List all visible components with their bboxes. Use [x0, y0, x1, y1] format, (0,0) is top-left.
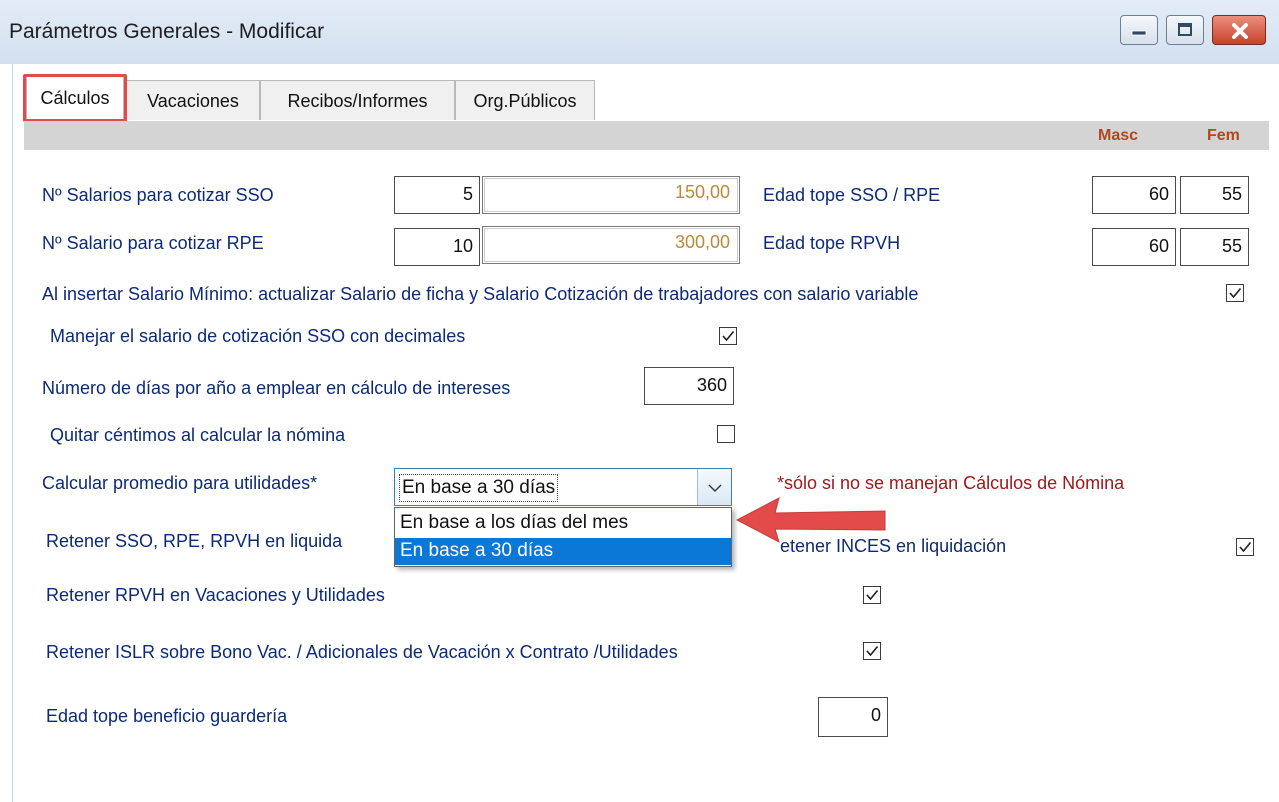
- salarios-sso-label: Nº Salarios para cotizar SSO: [42, 185, 274, 205]
- salarios-sso-amount-field: 150,00: [482, 176, 740, 214]
- salarios-sso-count-input[interactable]: 5: [394, 176, 480, 214]
- quitar-centimos-checkbox[interactable]: [717, 425, 735, 443]
- edad-tope-sso-rpe-label: Edad tope SSO / RPE: [763, 185, 941, 205]
- tab-label: Vacaciones: [147, 91, 239, 111]
- retener-islr-checkbox[interactable]: [863, 642, 881, 660]
- maximize-button[interactable]: [1166, 15, 1204, 45]
- annotation-arrow-icon: [735, 497, 886, 543]
- tab-org-publicos[interactable]: Org.Públicos: [455, 80, 595, 120]
- tab-recibos-informes[interactable]: Recibos/Informes: [260, 80, 455, 120]
- edad-guarderia-input[interactable]: 0: [818, 697, 888, 737]
- checkmark-icon: [866, 645, 879, 657]
- salario-rpe-label: Nº Salario para cotizar RPE: [42, 233, 264, 253]
- option-dias-del-mes[interactable]: En base a los días del mes: [395, 510, 731, 537]
- checkmark-icon: [866, 589, 879, 601]
- header-fem: Fem: [1207, 127, 1240, 144]
- chevron-down-icon: [708, 484, 722, 492]
- utilidades-note: *sólo si no se manejan Cálculos de Nómin…: [777, 473, 1125, 493]
- column-header-strip: [24, 121, 1269, 150]
- salario-minimo-checkbox[interactable]: [1226, 284, 1244, 302]
- close-button[interactable]: [1212, 15, 1266, 45]
- salario-decimales-label: Manejar el salario de cotización SSO con…: [50, 326, 466, 346]
- minimize-button[interactable]: [1120, 15, 1158, 45]
- checkmark-icon: [722, 330, 735, 342]
- salario-rpe-amount-field: 300,00: [482, 226, 740, 264]
- tab-label: Org.Públicos: [473, 91, 577, 111]
- checkmark-icon: [1229, 287, 1242, 299]
- checkmark-icon: [1239, 541, 1252, 553]
- edad-rpvh-masc-input[interactable]: 60: [1092, 228, 1176, 266]
- header-masc: Masc: [1098, 127, 1139, 144]
- restore-icon: [1178, 23, 1192, 36]
- promedio-utilidades-select[interactable]: En base a 30 días: [394, 468, 732, 506]
- promedio-utilidades-label: Calcular promedio para utilidades*: [42, 473, 318, 493]
- dias-intereses-label: Número de días por año a emplear en cálc…: [42, 378, 511, 398]
- window-title: Parámetros Generales - Modificar: [9, 20, 325, 43]
- salario-minimo-label: Al insertar Salario Mínimo: actualizar S…: [42, 284, 919, 304]
- close-icon: [1232, 23, 1248, 39]
- dias-intereses-input[interactable]: 360: [644, 367, 734, 405]
- dropdown-button[interactable]: [697, 469, 731, 505]
- retener-rpvh-checkbox[interactable]: [863, 586, 881, 604]
- tab-vacaciones[interactable]: Vacaciones: [126, 80, 260, 120]
- retener-sso-liquidacion-label: Retener SSO, RPE, RPVH en liquida: [46, 531, 343, 551]
- retener-rpvh-label: Retener RPVH en Vacaciones y Utilidades: [46, 585, 385, 605]
- retener-islr-label: Retener ISLR sobre Bono Vac. / Adicional…: [46, 642, 678, 662]
- edad-sso-rpe-fem-input[interactable]: 55: [1180, 176, 1249, 214]
- tab-highlight-box: [23, 74, 127, 122]
- edad-sso-rpe-masc-input[interactable]: 60: [1092, 176, 1176, 214]
- retener-inces-checkbox[interactable]: [1236, 538, 1254, 556]
- select-value: En base a 30 días: [399, 474, 559, 502]
- salario-decimales-checkbox[interactable]: [719, 327, 737, 345]
- option-30-dias[interactable]: En base a 30 días: [395, 538, 731, 565]
- edad-tope-rpvh-label: Edad tope RPVH: [763, 233, 901, 253]
- tab-label: Recibos/Informes: [287, 91, 428, 111]
- minimize-icon: [1131, 30, 1147, 36]
- edad-guarderia-label: Edad tope beneficio guardería: [46, 706, 288, 726]
- salario-rpe-count-input[interactable]: 10: [394, 228, 480, 266]
- edad-rpvh-fem-input[interactable]: 55: [1180, 228, 1249, 266]
- quitar-centimos-label: Quitar céntimos al calcular la nómina: [50, 425, 346, 445]
- promedio-utilidades-options: En base a los días del mes En base a 30 …: [394, 507, 732, 567]
